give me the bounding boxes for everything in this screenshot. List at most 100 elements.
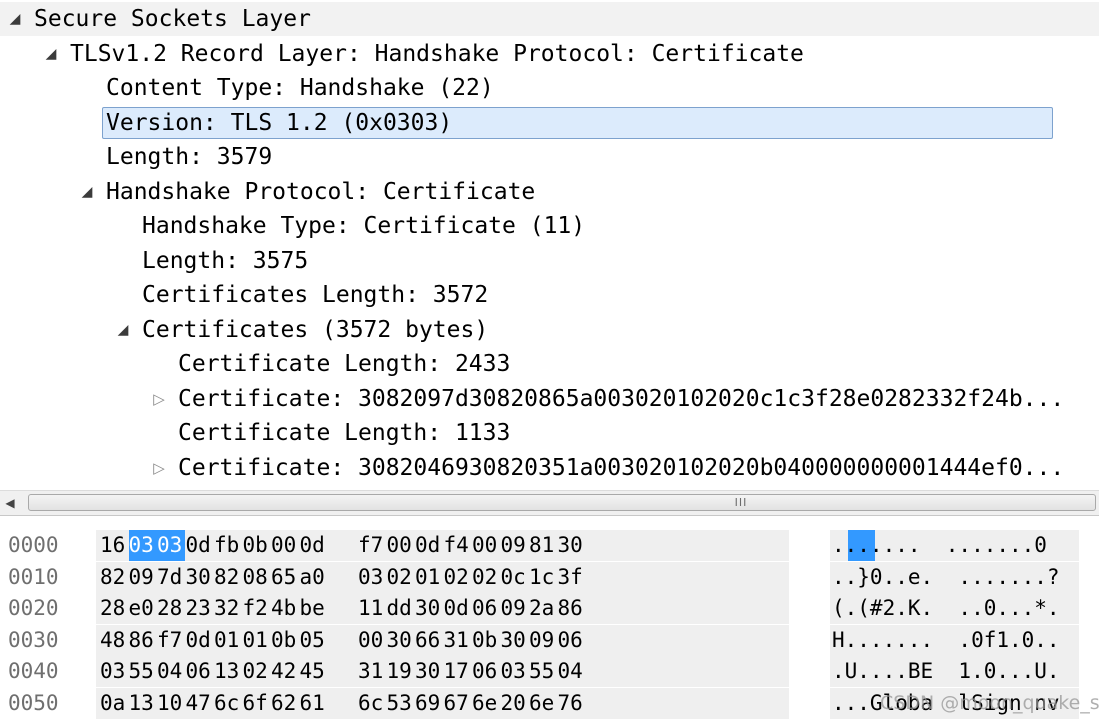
- hex-byte[interactable]: 6c: [214, 688, 242, 719]
- hex-byte[interactable]: 20: [501, 688, 529, 719]
- hex-byte[interactable]: 17: [444, 656, 472, 687]
- tree-row[interactable]: ◢ Certificates (3572 bytes): [0, 313, 1099, 347]
- hex-ascii[interactable]: .U....BE 1.0...U.: [832, 656, 1060, 687]
- hex-byte[interactable]: 06: [472, 593, 500, 624]
- hex-byte[interactable]: fb: [214, 530, 242, 561]
- tree-row[interactable]: ▷ Certificate: 3082097d30820865a003020102…: [0, 382, 1099, 416]
- hex-byte[interactable]: 6e: [529, 688, 557, 719]
- hex-byte[interactable]: 30: [186, 562, 214, 593]
- hex-byte[interactable]: 04: [558, 656, 586, 687]
- hex-ascii[interactable]: (.(#2.K. ..0...*.: [832, 593, 1060, 624]
- hex-byte[interactable]: 31: [358, 656, 386, 687]
- tree-row[interactable]: Certificate Length: 2433: [0, 347, 1099, 381]
- tree-row[interactable]: Content Type: Handshake (22): [0, 71, 1099, 105]
- hex-byte[interactable]: 03: [100, 656, 128, 687]
- tree-row[interactable]: ◢ Handshake Protocol: Certificate: [0, 175, 1099, 209]
- hex-byte[interactable]: 13: [214, 656, 242, 687]
- triangle-down-icon[interactable]: ◢: [78, 175, 96, 209]
- hex-byte[interactable]: 00: [358, 625, 386, 656]
- hex-byte[interactable]: 0b: [472, 625, 500, 656]
- hex-byte[interactable]: 30: [501, 625, 529, 656]
- hex-byte[interactable]: 01: [243, 625, 271, 656]
- hex-ascii[interactable]: H....... .0f1.0..: [832, 625, 1060, 656]
- hex-byte[interactable]: 4b: [271, 593, 299, 624]
- tree-row[interactable]: Length: 3575: [0, 244, 1099, 278]
- hex-byte[interactable]: 48: [100, 625, 128, 656]
- hex-byte[interactable]: 02: [387, 562, 415, 593]
- hex-byte[interactable]: 09: [129, 562, 157, 593]
- hex-byte[interactable]: e0: [129, 593, 157, 624]
- hex-byte[interactable]: 10: [157, 688, 185, 719]
- hex-byte[interactable]: 05: [300, 625, 328, 656]
- hex-byte[interactable]: f7: [157, 625, 185, 656]
- hex-ascii[interactable]: ..}0..e. .......?: [832, 562, 1060, 593]
- hex-byte[interactable]: be: [300, 593, 328, 624]
- hex-byte[interactable]: 0d: [415, 530, 443, 561]
- hex-byte[interactable]: 06: [558, 625, 586, 656]
- hex-byte[interactable]: 55: [129, 656, 157, 687]
- hex-byte[interactable]: 45: [300, 656, 328, 687]
- tree-row[interactable]: ▷ Certificate: 3082046930820351a003020102…: [0, 451, 1099, 485]
- hex-byte-selected[interactable]: 03: [128, 530, 157, 561]
- hex-byte[interactable]: 86: [558, 593, 586, 624]
- tree-row[interactable]: Certificate Length: 1133: [0, 416, 1099, 450]
- hex-byte[interactable]: 3f: [558, 562, 586, 593]
- triangle-down-icon[interactable]: ◢: [42, 37, 60, 71]
- hex-byte[interactable]: 00: [472, 530, 500, 561]
- hex-byte[interactable]: 06: [186, 656, 214, 687]
- hex-byte[interactable]: 0d: [186, 530, 214, 561]
- hex-byte[interactable]: 0d: [444, 593, 472, 624]
- hex-byte[interactable]: f2: [243, 593, 271, 624]
- hex-byte[interactable]: 62: [271, 688, 299, 719]
- hex-byte[interactable]: 6f: [243, 688, 271, 719]
- hex-byte[interactable]: 16: [100, 530, 128, 561]
- hex-byte[interactable]: 13: [129, 688, 157, 719]
- hex-byte[interactable]: 0d: [186, 625, 214, 656]
- hex-byte[interactable]: 03: [358, 562, 386, 593]
- hex-byte[interactable]: 7d: [157, 562, 185, 593]
- hex-byte[interactable]: 23: [186, 593, 214, 624]
- hex-byte[interactable]: 08: [243, 562, 271, 593]
- hex-ascii[interactable]: ....... .......0: [832, 530, 1047, 561]
- hex-byte[interactable]: 0b: [271, 625, 299, 656]
- hex-byte[interactable]: 6c: [358, 688, 386, 719]
- hex-byte[interactable]: 42: [271, 656, 299, 687]
- hex-byte[interactable]: 47: [186, 688, 214, 719]
- hex-byte[interactable]: 86: [129, 625, 157, 656]
- hex-byte[interactable]: 11: [358, 593, 386, 624]
- hex-byte[interactable]: 01: [415, 562, 443, 593]
- hex-byte[interactable]: 76: [558, 688, 586, 719]
- scrollbar-thumb[interactable]: III: [28, 494, 1096, 511]
- hex-byte[interactable]: 06: [472, 656, 500, 687]
- hex-byte[interactable]: 30: [415, 593, 443, 624]
- arrow-left-icon[interactable]: ◀: [0, 491, 20, 515]
- hex-byte[interactable]: 0b: [243, 530, 271, 561]
- hex-byte[interactable]: 09: [501, 593, 529, 624]
- hex-byte[interactable]: 02: [444, 562, 472, 593]
- triangle-right-icon[interactable]: ▷: [150, 382, 168, 416]
- hex-byte[interactable]: 67: [444, 688, 472, 719]
- hex-byte[interactable]: 82: [100, 562, 128, 593]
- horizontal-scrollbar[interactable]: ◀ III: [0, 490, 1099, 516]
- hex-byte[interactable]: 61: [300, 688, 328, 719]
- hex-byte[interactable]: dd: [387, 593, 415, 624]
- hex-byte[interactable]: 2a: [529, 593, 557, 624]
- hex-byte[interactable]: 81: [529, 530, 557, 561]
- tree-row[interactable]: Length: 3579: [0, 140, 1099, 174]
- hex-byte[interactable]: 0c: [501, 562, 529, 593]
- hex-byte[interactable]: 02: [472, 562, 500, 593]
- hex-byte[interactable]: 32: [214, 593, 242, 624]
- hex-byte-selected[interactable]: 03: [157, 530, 185, 561]
- tree-row[interactable]: ◢ TLSv1.2 Record Layer: Handshake Protoco…: [0, 37, 1099, 71]
- hex-byte[interactable]: 03: [501, 656, 529, 687]
- hex-byte[interactable]: a0: [300, 562, 328, 593]
- hex-byte[interactable]: 30: [387, 625, 415, 656]
- hex-byte[interactable]: 82: [214, 562, 242, 593]
- hex-byte[interactable]: 55: [529, 656, 557, 687]
- hex-byte[interactable]: 69: [415, 688, 443, 719]
- hex-byte[interactable]: 28: [100, 593, 128, 624]
- hex-byte[interactable]: 65: [271, 562, 299, 593]
- triangle-down-icon[interactable]: ◢: [114, 313, 132, 347]
- hex-byte[interactable]: 02: [243, 656, 271, 687]
- hex-byte[interactable]: 0a: [100, 688, 128, 719]
